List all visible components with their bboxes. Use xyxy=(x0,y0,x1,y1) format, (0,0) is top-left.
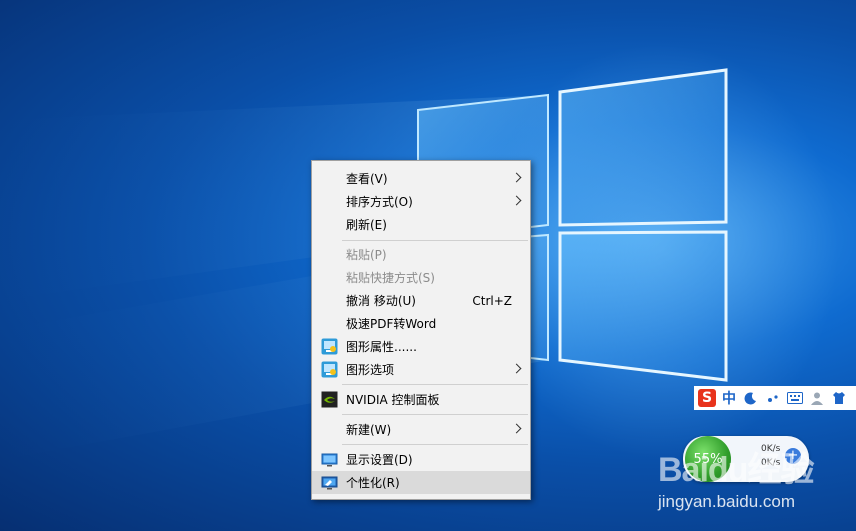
menu-separator xyxy=(342,414,528,415)
menu-item-label: 新建(W) xyxy=(346,423,392,437)
menu-item-new[interactable]: 新建(W) xyxy=(312,418,530,441)
menu-separator xyxy=(342,384,528,385)
menu-separator xyxy=(342,444,528,445)
menu-item-label: 图形属性...... xyxy=(346,340,417,354)
display-monitor-icon xyxy=(321,453,338,467)
menu-item-display-settings[interactable]: 显示设置(D) xyxy=(312,448,530,471)
menu-item-personalize[interactable]: 个性化(R) xyxy=(312,471,530,494)
baidu-watermark: Baidu经验 jingyan.baidu.com xyxy=(656,440,856,531)
menu-item-label: 查看(V) xyxy=(346,172,388,186)
menu-item-label: 粘贴快捷方式(S) xyxy=(346,271,435,285)
menu-item-view[interactable]: 查看(V) xyxy=(312,167,530,190)
half-width-moon-icon[interactable] xyxy=(742,389,760,407)
watermark-url: jingyan.baidu.com xyxy=(658,492,796,511)
menu-item-graphics-options[interactable]: 图形选项 xyxy=(312,358,530,381)
punctuation-icon[interactable] xyxy=(764,389,782,407)
submenu-arrow-icon xyxy=(511,423,522,434)
menu-item-label: NVIDIA 控制面板 xyxy=(346,393,440,407)
menu-item-pdf-to-word[interactable]: 极速PDF转Word xyxy=(312,312,530,335)
ime-toolbar: S 中 xyxy=(694,386,856,410)
menu-item-label: 粘贴(P) xyxy=(346,248,387,262)
menu-item-undo-move[interactable]: 撤消 移动(U) Ctrl+Z xyxy=(312,289,530,312)
ime-mode-toggle[interactable]: 中 xyxy=(720,389,738,407)
menu-item-paste[interactable]: 粘贴(P) xyxy=(312,243,530,266)
sogou-ime-icon[interactable]: S xyxy=(698,389,716,407)
menu-item-label: 极速PDF转Word xyxy=(346,317,437,331)
user-icon[interactable] xyxy=(808,389,826,407)
menu-item-label: 图形选项 xyxy=(346,363,395,377)
menu-item-label: 排序方式(O) xyxy=(346,195,413,209)
menu-item-label: 撤消 移动(U) xyxy=(346,294,416,308)
personalize-icon xyxy=(321,476,338,490)
menu-item-graphics-properties[interactable]: 图形属性...... xyxy=(312,335,530,358)
submenu-arrow-icon xyxy=(511,195,522,206)
skin-shirt-icon[interactable] xyxy=(830,389,848,407)
menu-item-refresh[interactable]: 刷新(E) xyxy=(312,213,530,236)
watermark-brand: Baidu经验 xyxy=(658,451,814,489)
menu-item-nvidia-control-panel[interactable]: NVIDIA 控制面板 xyxy=(312,388,530,411)
menu-separator xyxy=(342,240,528,241)
submenu-arrow-icon xyxy=(511,363,522,374)
keyboard-icon[interactable] xyxy=(786,389,804,407)
desktop-context-menu: 查看(V) 排序方式(O) 刷新(E) 粘贴(P) 粘贴快捷方式(S) 撤消 移… xyxy=(311,160,531,500)
menu-item-label: 显示设置(D) xyxy=(346,453,413,467)
menu-item-shortcut: Ctrl+Z xyxy=(472,293,512,308)
nvidia-icon xyxy=(321,391,338,408)
menu-item-sort-by[interactable]: 排序方式(O) xyxy=(312,190,530,213)
menu-item-paste-shortcut[interactable]: 粘贴快捷方式(S) xyxy=(312,266,530,289)
menu-item-label: 刷新(E) xyxy=(346,218,387,232)
intel-graphics-icon xyxy=(321,361,338,378)
menu-item-label: 个性化(R) xyxy=(346,476,400,490)
submenu-arrow-icon xyxy=(511,172,522,183)
intel-graphics-icon xyxy=(321,338,338,355)
